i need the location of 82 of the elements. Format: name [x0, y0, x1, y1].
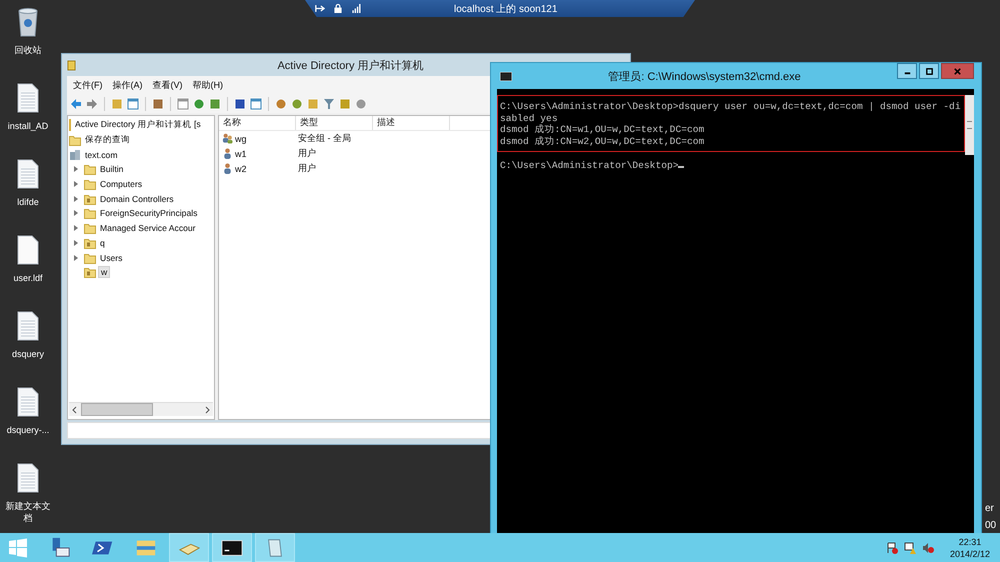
console-icon [500, 72, 512, 80]
desktop-icon-label[interactable]: 回收站 [2, 44, 54, 56]
tree-item[interactable]: text.com [83, 150, 120, 160]
desktop-icon-label[interactable]: dsquery [2, 348, 54, 360]
desktop-icon-label[interactable]: install_AD [2, 120, 54, 132]
console-line: dsmod 成功:CN=w2,OU=w,DC=text,DC=com [500, 136, 704, 146]
menu-item[interactable]: 查看(V) [152, 78, 182, 92]
close-button[interactable] [941, 63, 974, 79]
close-icon [953, 66, 962, 76]
table-cell[interactable]: w2 [235, 164, 247, 174]
text-file-icon[interactable] [16, 82, 40, 114]
table-cell: 用户 [298, 162, 316, 175]
tree-item[interactable]: w [98, 266, 110, 278]
console-line: C:\Users\Administrator\Desktop>dsquery user ou=w,dc=text,dc=com | dsmod user -di [500, 101, 961, 112]
file-icon[interactable] [16, 234, 40, 266]
directory-icon [67, 60, 76, 70]
menu-item[interactable]: 文件(F) [73, 78, 102, 92]
flag-error-icon[interactable] [886, 542, 898, 554]
maximize-button[interactable] [919, 63, 939, 79]
speaker-muted-icon[interactable] [922, 542, 934, 554]
desktop-icon-label[interactable]: 新建文本文档 [2, 500, 54, 524]
text-file-icon[interactable] [16, 462, 40, 494]
tree-item[interactable]: Active Directory 用户和计算机 [s [73, 119, 203, 132]
pin-icon[interactable] [315, 4, 325, 13]
text-file-icon[interactable] [16, 158, 40, 190]
console-icon[interactable] [212, 533, 252, 562]
clock-time[interactable]: 22:31 [958, 536, 982, 548]
table-cell: 安全组 - 全局 [298, 132, 351, 145]
back-arrow-icon[interactable] [70, 98, 82, 110]
tree-item[interactable]: q [98, 238, 107, 248]
horizontal-scrollbar[interactable] [69, 402, 213, 416]
desktop-text: er [985, 502, 995, 516]
expand-arrow-icon[interactable] [74, 196, 78, 202]
expand-arrow-icon[interactable] [74, 254, 78, 261]
text-file-icon[interactable] [16, 386, 40, 418]
tree-item[interactable]: Computers [98, 179, 144, 190]
expand-arrow-icon[interactable] [74, 240, 78, 246]
domain-icon [69, 148, 81, 161]
properties-icon[interactable] [177, 98, 189, 110]
scroll-right-icon[interactable] [203, 406, 211, 414]
vertical-scrollbar[interactable] [965, 95, 974, 155]
desktop-icon-label[interactable]: dsquery-... [2, 424, 54, 436]
expand-arrow-icon[interactable] [74, 181, 78, 188]
tree-item[interactable]: Managed Service Accour [98, 223, 198, 234]
desktop-text: 00 [985, 519, 996, 533]
expand-arrow-icon[interactable] [74, 166, 78, 172]
lock-icon [333, 4, 343, 13]
text-file-icon[interactable] [16, 310, 40, 342]
table-cell: 用户 [298, 147, 316, 160]
pane-icon[interactable] [250, 98, 262, 110]
window-title: Active Directory 用户和计算机 [276, 58, 425, 72]
tree-item[interactable]: Builtin [98, 164, 126, 174]
maximize-icon [924, 66, 934, 76]
window-title: 管理员: C:\Windows\system32\cmd.exe [607, 70, 802, 84]
minimize-button[interactable] [897, 63, 917, 79]
console-line: dsmod 成功:CN=w1,OU=w,DC=text,DC=com [500, 124, 704, 135]
remote-title: localhost 上的 soon121 [454, 2, 558, 16]
desktop-icon-label[interactable]: user.ldf [2, 272, 54, 284]
tree-item[interactable]: 保存的查询 [83, 134, 132, 146]
column-header[interactable]: 描述 [373, 116, 450, 130]
forward-arrow-icon[interactable] [86, 98, 98, 110]
menu-item[interactable]: 操作(A) [112, 78, 142, 92]
console-line: sabled yes [500, 112, 558, 124]
column-header[interactable]: 名称 [219, 116, 296, 130]
table-cell[interactable]: wg [235, 134, 247, 144]
tree-item[interactable]: Users [98, 252, 124, 263]
network-warning-icon[interactable] [904, 542, 916, 554]
scroll-left-icon[interactable] [71, 406, 79, 414]
tree-item[interactable]: Domain Controllers [98, 194, 176, 204]
tree-item[interactable]: ForeignSecurityPrincipals [98, 208, 200, 218]
desktop-icon-label[interactable]: ldifde [2, 196, 54, 208]
signal-icon [351, 4, 361, 13]
menu-item[interactable]: 帮助(H) [192, 78, 223, 92]
column-header[interactable]: 类型 [296, 116, 373, 130]
console-line: C:\Users\Administrator\Desktop> [500, 160, 678, 171]
expand-arrow-icon[interactable] [74, 225, 78, 232]
pane-icon[interactable] [127, 98, 139, 110]
recycle-bin-icon[interactable] [16, 6, 40, 38]
table-cell[interactable]: w1 [235, 148, 247, 158]
expand-arrow-icon[interactable] [74, 210, 78, 216]
clock-date[interactable]: 2014/2/12 [950, 548, 990, 560]
filter-icon[interactable] [323, 98, 335, 110]
